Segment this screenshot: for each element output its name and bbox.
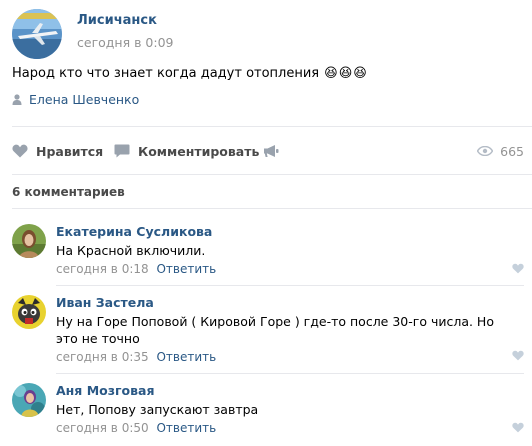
views-count: 665 [500,143,524,159]
post-time[interactable]: сегодня в 0:09 [77,35,174,51]
eye-icon [477,146,494,156]
comment-label: Комментировать [138,143,260,159]
comment-text: Нет, Попову запускают завтра [56,402,259,417]
post-text: Народ кто что знает когда дадут отоплени… [12,65,368,83]
share-button[interactable] [263,140,287,162]
comment-time[interactable]: сегодня в 0:35 [56,350,149,364]
comment-meta: сегодня в 0:18 Ответить [56,261,506,277]
divider [12,208,532,209]
post-actions: Нравится Комментировать 665 [12,140,524,162]
divider [12,126,532,127]
heart-icon[interactable] [512,263,524,274]
comment-time[interactable]: сегодня в 0:50 [56,421,149,435]
divider [56,373,524,374]
laughing-emoji-icon: 😆 [324,66,338,81]
comment-time[interactable]: сегодня в 0:18 [56,262,149,276]
reply-button[interactable]: Ответить [156,421,216,435]
comment-body: Екатерина Суслико­ва На Красной включили… [56,224,506,277]
comment-icon [114,144,130,158]
megaphone-icon [264,145,279,157]
signer-name[interactable]: Елена Шевченко [29,92,139,107]
comment-meta: сегодня в 0:50 Ответить [56,420,506,436]
comments-count: 6 комментариев [12,185,125,199]
commenter-avatar[interactable] [12,295,46,329]
comment-meta: сегодня в 0:35 Ответить [56,349,506,365]
group-avatar[interactable] [12,9,62,59]
heart-icon[interactable] [512,422,524,433]
heart-icon [12,144,28,158]
divider [12,174,532,175]
laughing-emoji-icon: 😆 [338,66,353,81]
like-label: Нравится [36,143,104,159]
comment-author[interactable]: Екатерина Суслико­ва [56,224,506,240]
like-button[interactable]: Нравится [12,140,103,162]
divider [56,285,524,286]
comment-body: Иван Застела Ну на Горе Поповой ( Кирово… [56,295,506,365]
laughing-emoji-icon: 😆 [353,66,367,81]
emoji-row: 😆 😆 😆 [324,65,368,83]
comment-text: Ну на Горе Поповой ( Кировой Горе ) где-… [56,314,494,346]
group-name-link[interactable]: Лисичанск [77,12,174,29]
person-icon [12,94,22,105]
post-signer[interactable]: Елена Шевченко [12,92,139,107]
comment-author[interactable]: Иван Застела [56,295,506,311]
comment-author[interactable]: Аня Мозговая [56,383,506,399]
comment-button[interactable]: Комментировать [114,140,259,162]
comment-text: На Красной включили. [56,243,206,258]
reply-button[interactable]: Ответить [156,350,216,364]
reply-button[interactable]: Ответить [156,262,216,276]
post-header: Лисичанск сегодня в 0:09 [12,9,174,59]
views-counter: 665 [477,140,524,162]
post-text-body: Народ кто что знает когда дадут отоплени… [12,66,320,81]
post-header-text: Лисичанск сегодня в 0:09 [77,9,174,59]
comment-body: Аня Мозговая Нет, Попову запускают завтр… [56,383,506,436]
heart-icon[interactable] [512,350,524,361]
commenter-avatar[interactable] [12,383,46,417]
commenter-avatar[interactable] [12,224,46,258]
